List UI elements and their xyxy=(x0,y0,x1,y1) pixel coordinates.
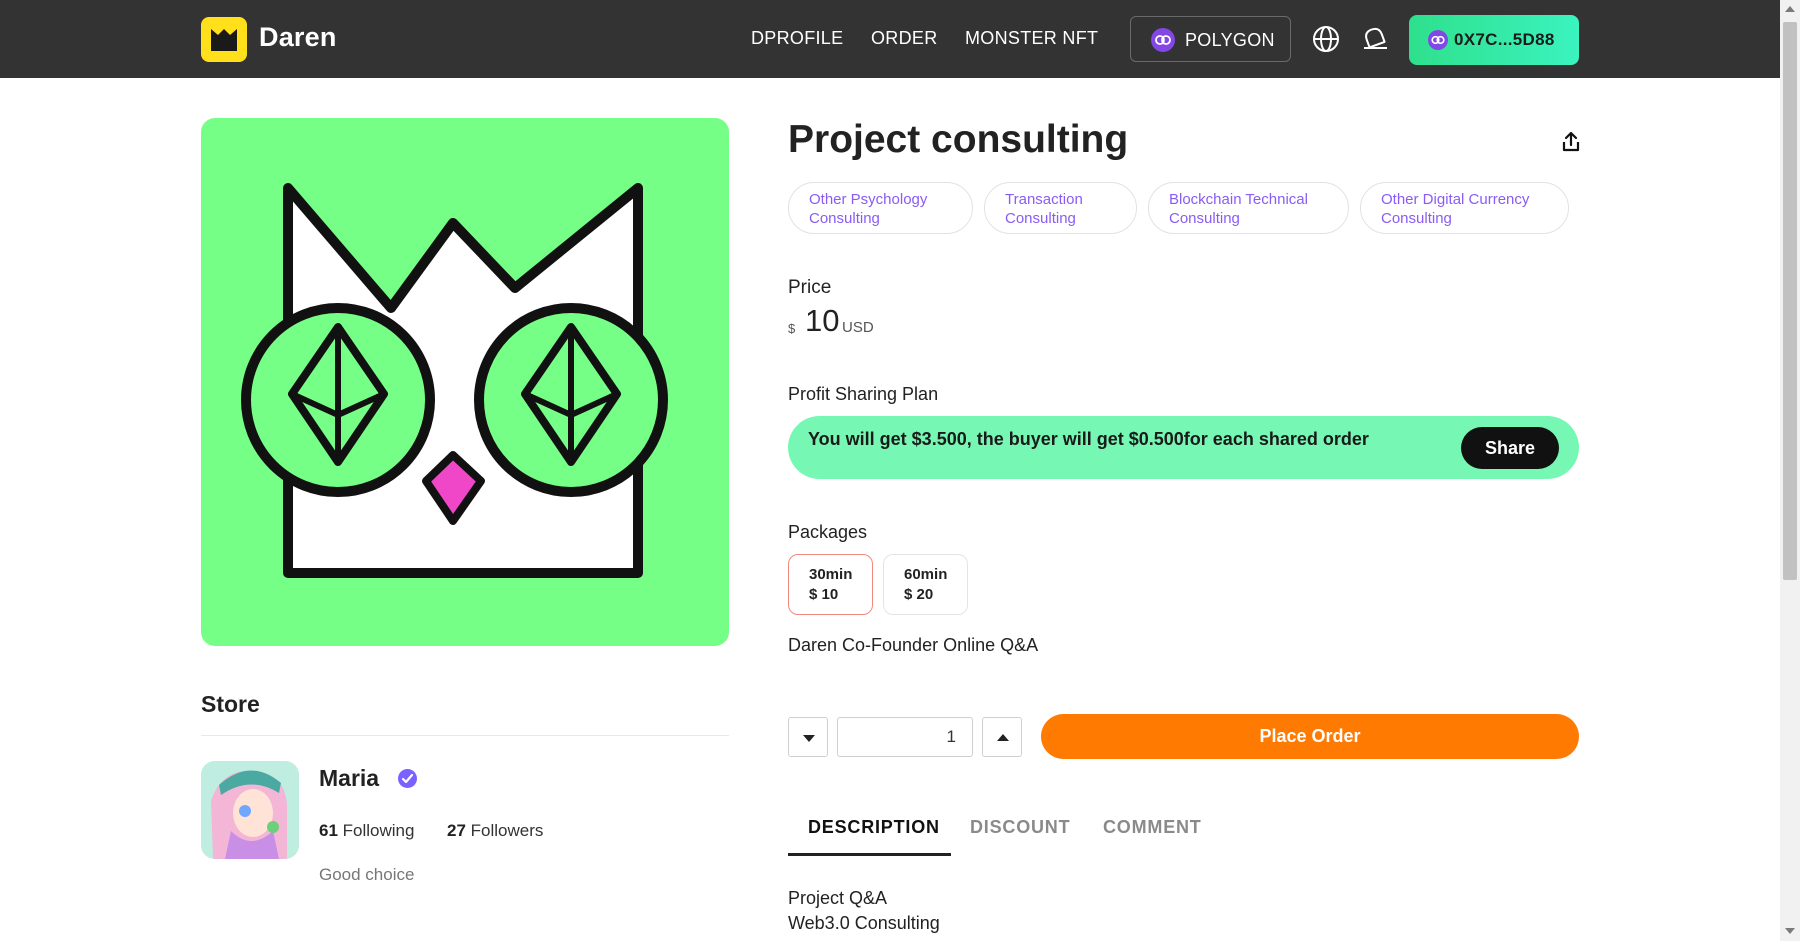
nav-dprofile[interactable]: DPROFILE xyxy=(751,28,843,49)
tag-line: Consulting xyxy=(1169,210,1240,227)
package-option-30min[interactable]: 30min $ 10 xyxy=(788,554,873,615)
category-tag[interactable]: Other Digital Currency Consulting xyxy=(1360,182,1569,234)
tag-line: Other Psychology xyxy=(809,191,928,208)
active-tab-indicator xyxy=(788,853,951,856)
quantity-decrease-button[interactable] xyxy=(788,717,828,757)
tab-description[interactable]: DESCRIPTION xyxy=(808,817,940,838)
category-tag[interactable]: Transaction Consulting xyxy=(984,182,1137,234)
nav-monster-nft[interactable]: MONSTER NFT xyxy=(965,28,1098,49)
price-currency-symbol: $ xyxy=(788,321,796,336)
profit-share-button[interactable]: Share xyxy=(1461,427,1559,469)
category-tag[interactable]: Blockchain Technical Consulting xyxy=(1148,182,1349,234)
page-title: Project consulting xyxy=(788,118,1129,161)
product-cover-image xyxy=(201,118,729,646)
scrollbar-thumb[interactable] xyxy=(1783,22,1797,580)
category-tag[interactable]: Other Psychology Consulting xyxy=(788,182,973,234)
top-navigation-bar: Daren DPROFILE ORDER MONSTER NFT POLYGON xyxy=(0,0,1780,78)
share-upload-icon[interactable] xyxy=(1559,130,1583,154)
description-line: Web3.0 Consulting xyxy=(788,913,940,933)
package-price: $ 20 xyxy=(904,586,934,603)
bell-icon[interactable] xyxy=(1360,24,1390,54)
globe-icon[interactable] xyxy=(1311,24,1341,54)
profit-sharing-banner: You will get $3.500, the buyer will get … xyxy=(788,416,1579,479)
tag-line: Consulting xyxy=(1381,210,1452,227)
place-order-button[interactable]: Place Order xyxy=(1041,714,1579,759)
followers-count: 27 xyxy=(447,821,466,840)
tag-line: Blockchain Technical xyxy=(1169,191,1308,208)
price-label: Price xyxy=(788,277,832,298)
description-line: Project Q&A xyxy=(788,888,888,908)
caret-down-icon xyxy=(803,735,815,742)
quantity-input[interactable]: 1 xyxy=(837,717,973,757)
profit-sharing-text: You will get $3.500, the buyer will get … xyxy=(808,429,1369,449)
tag-line: Consulting xyxy=(1005,210,1076,227)
network-label: POLYGON xyxy=(1185,30,1275,50)
network-select-button[interactable]: POLYGON xyxy=(1130,16,1291,62)
profit-sharing-label: Profit Sharing Plan xyxy=(788,384,939,404)
followers-label: Followers xyxy=(470,821,544,840)
store-divider xyxy=(201,735,729,736)
tag-line: Other Digital Currency xyxy=(1381,191,1530,208)
page-scrollbar[interactable] xyxy=(1780,0,1800,941)
packages-label: Packages xyxy=(788,522,868,542)
quantity-increase-button[interactable] xyxy=(982,717,1022,757)
polygon-icon xyxy=(1151,28,1175,52)
polygon-icon xyxy=(1428,30,1448,50)
scroll-up-arrow-icon[interactable] xyxy=(1785,6,1795,12)
wallet-address-button[interactable]: 0X7C...5D88 xyxy=(1409,15,1579,65)
store-owner-name[interactable]: Maria xyxy=(319,765,379,792)
brand-name[interactable]: Daren xyxy=(259,22,337,53)
following-count: 61 xyxy=(319,821,338,840)
following-label: Following xyxy=(342,821,415,840)
store-heading: Store xyxy=(201,691,260,717)
tab-discount[interactable]: DISCOUNT xyxy=(970,817,1070,838)
wallet-address: 0X7C...5D88 xyxy=(1454,30,1555,49)
price-unit: USD xyxy=(842,319,874,336)
verified-check-icon xyxy=(398,769,417,788)
nav-order[interactable]: ORDER xyxy=(871,28,938,49)
avatar[interactable] xyxy=(201,761,299,859)
daren-logo-icon[interactable] xyxy=(201,17,247,62)
scroll-down-arrow-icon[interactable] xyxy=(1785,928,1795,934)
package-description: Daren Co-Founder Online Q&A xyxy=(788,635,1039,655)
tag-line: Consulting xyxy=(809,210,880,227)
package-duration: 60min xyxy=(904,566,948,583)
caret-up-icon xyxy=(997,734,1009,741)
package-duration: 30min xyxy=(809,566,853,583)
following-stat[interactable]: 61 Following xyxy=(319,821,414,841)
tab-comment[interactable]: COMMENT xyxy=(1103,817,1202,838)
package-option-60min[interactable]: 60min $ 20 xyxy=(883,554,968,615)
price-amount: 10 xyxy=(805,303,840,338)
tag-line: Transaction xyxy=(1005,191,1083,208)
package-price: $ 10 xyxy=(809,586,839,603)
followers-stat[interactable]: 27 Followers xyxy=(447,821,543,841)
store-bio: Good choice xyxy=(319,865,415,884)
